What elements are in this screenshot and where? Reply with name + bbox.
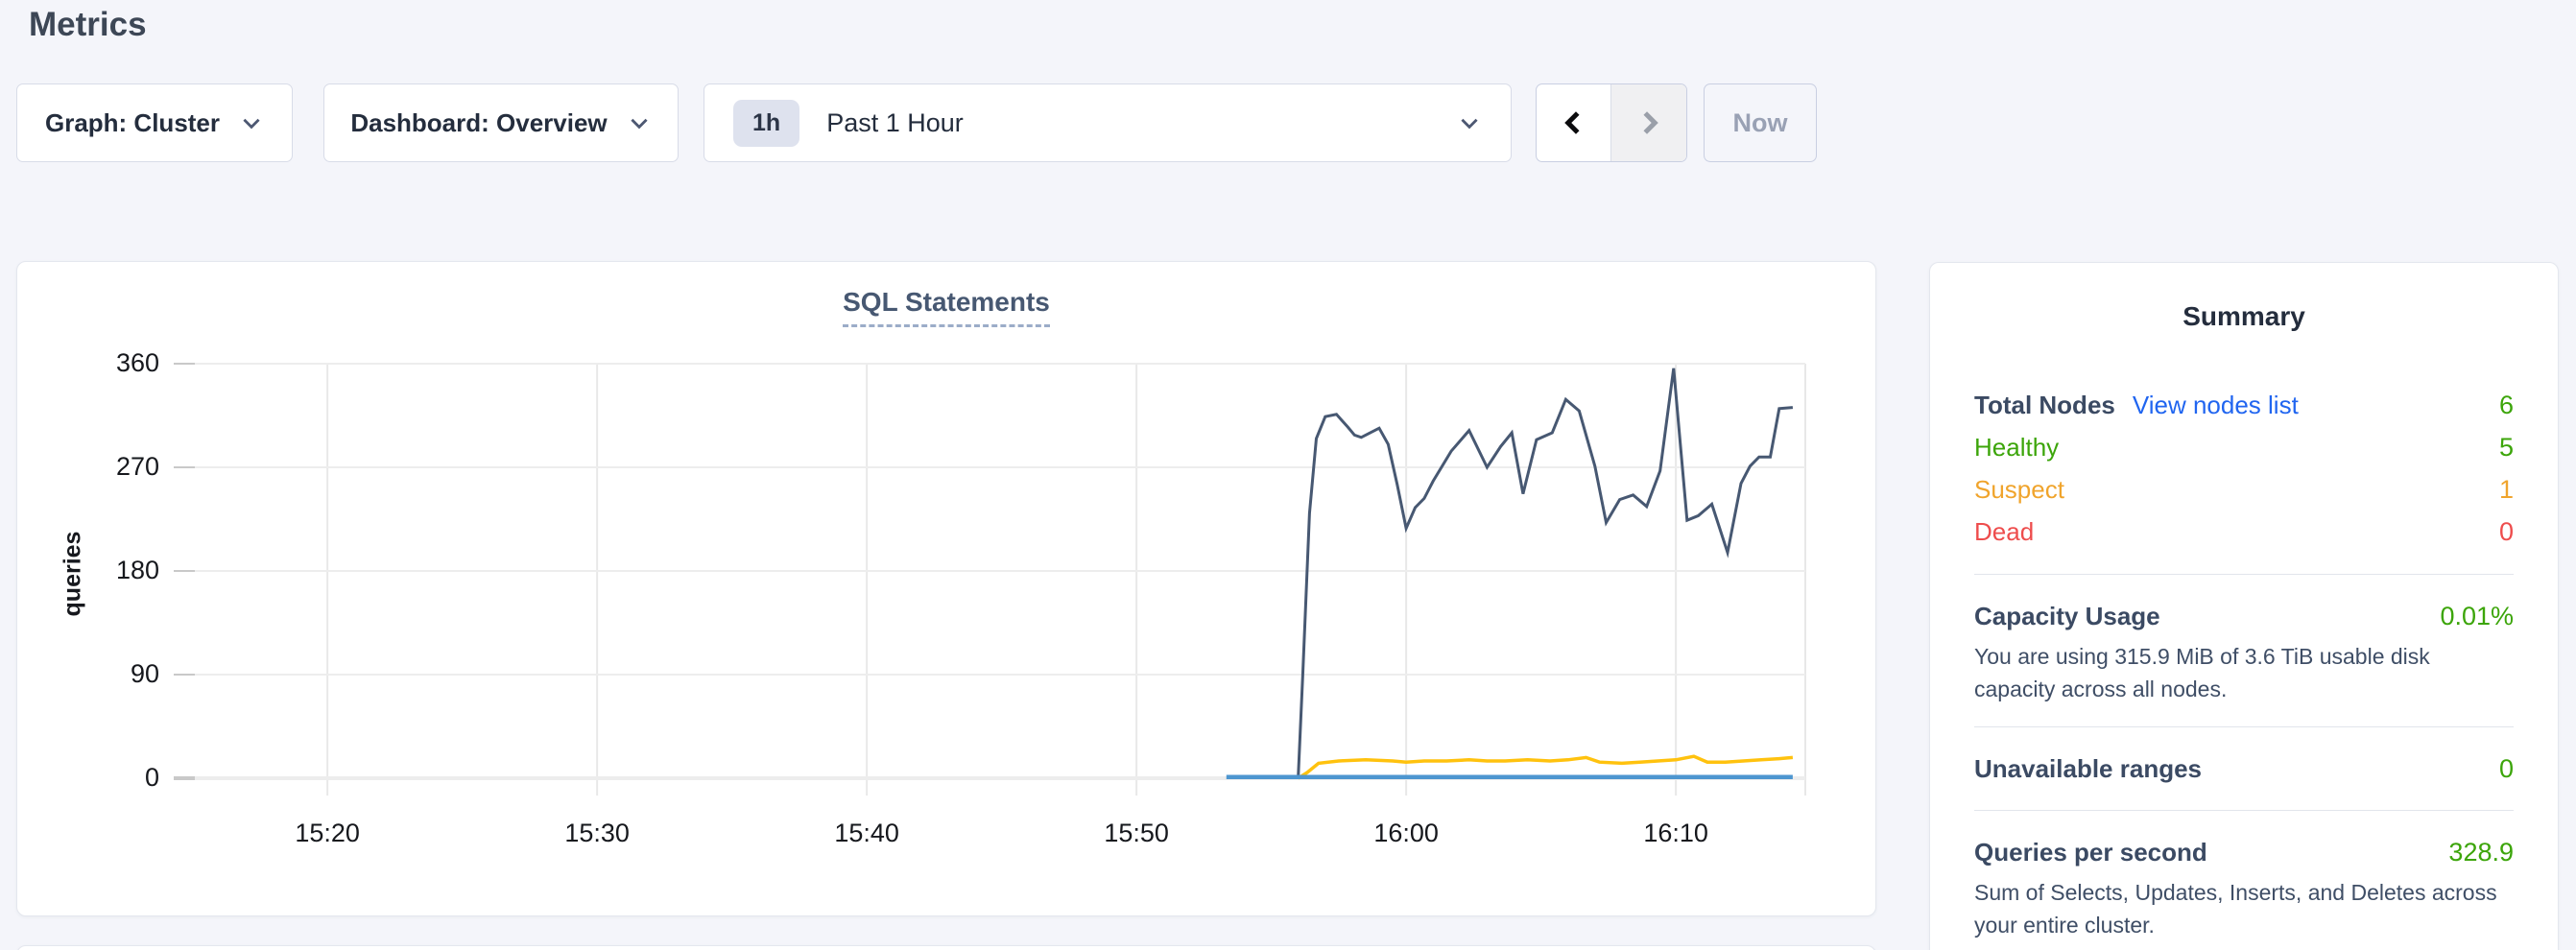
divider <box>1974 726 2514 727</box>
suspect-value: 1 <box>2499 468 2514 511</box>
sql-statements-chart-card: SQL Statements 15:2015:3015:4015:5016:00… <box>16 261 1876 916</box>
dead-value: 0 <box>2499 511 2514 553</box>
x-tick-label: 15:50 <box>1104 819 1169 848</box>
now-button[interactable]: Now <box>1704 83 1817 162</box>
dashboard-selector-dropdown[interactable]: Dashboard: Overview <box>323 83 679 162</box>
healthy-label: Healthy <box>1974 426 2059 468</box>
series-line-navy <box>1299 368 1793 776</box>
suspect-nodes-row: Suspect 1 <box>1974 468 2514 511</box>
y-tick-label: 0 <box>17 763 159 793</box>
metrics-page: Metrics Graph: Cluster Dashboard: Overvi… <box>0 0 2576 950</box>
y-axis-label: queries <box>60 532 87 617</box>
queries-per-second-value: 328.9 <box>2448 832 2514 872</box>
y-tick-label: 90 <box>17 659 159 689</box>
queries-per-second-label: Queries per second <box>1974 832 2207 872</box>
y-tick-label: 180 <box>17 556 159 585</box>
capacity-usage-label: Capacity Usage <box>1974 596 2160 636</box>
summary-title: Summary <box>1974 301 2514 332</box>
y-tick-label: 360 <box>17 348 159 378</box>
next-chart-card <box>16 945 1876 950</box>
time-range-badge: 1h <box>733 100 799 147</box>
previous-time-button[interactable] <box>1537 84 1611 161</box>
dead-label: Dead <box>1974 511 2034 553</box>
page-title: Metrics <box>29 6 147 44</box>
x-tick-label: 16:00 <box>1373 819 1439 848</box>
chevron-down-icon <box>239 110 264 135</box>
chevron-down-icon <box>1457 110 1482 135</box>
time-range-label: Past 1 Hour <box>826 108 964 138</box>
queries-per-second-row: Queries per second 328.9 <box>1974 832 2514 872</box>
divider <box>1974 810 2514 811</box>
dead-nodes-row: Dead 0 <box>1974 511 2514 553</box>
chevron-down-icon <box>627 110 652 135</box>
x-tick-label: 15:20 <box>295 819 360 848</box>
unavailable-ranges-value: 0 <box>2499 748 2514 789</box>
next-time-button[interactable] <box>1611 84 1686 161</box>
graph-selector-label: Graph: Cluster <box>45 108 220 138</box>
capacity-usage-value: 0.01% <box>2440 596 2514 636</box>
capacity-usage-description: You are using 315.9 MiB of 3.6 TiB usabl… <box>1974 640 2514 705</box>
x-tick-label: 15:30 <box>564 819 630 848</box>
x-tick-label: 16:10 <box>1643 819 1708 848</box>
summary-panel: Summary Total Nodes View nodes list 6 He… <box>1929 262 2559 950</box>
x-tick-label: 15:40 <box>834 819 899 848</box>
y-tick-label: 270 <box>17 452 159 482</box>
total-nodes-row: Total Nodes View nodes list 6 <box>1974 384 2514 426</box>
chevron-right-icon <box>1634 108 1663 137</box>
capacity-usage-row: Capacity Usage 0.01% <box>1974 596 2514 636</box>
divider <box>1974 574 2514 575</box>
unavailable-ranges-label: Unavailable ranges <box>1974 748 2202 789</box>
graph-selector-dropdown[interactable]: Graph: Cluster <box>16 83 293 162</box>
view-nodes-list-link[interactable]: View nodes list <box>2133 384 2299 426</box>
total-nodes-label: Total Nodes <box>1974 384 2115 426</box>
suspect-label: Suspect <box>1974 468 2064 511</box>
time-range-dropdown[interactable]: 1h Past 1 Hour <box>704 83 1512 162</box>
healthy-nodes-row: Healthy 5 <box>1974 426 2514 468</box>
chevron-left-icon <box>1560 108 1588 137</box>
dashboard-selector-label: Dashboard: Overview <box>350 108 607 138</box>
unavailable-ranges-row: Unavailable ranges 0 <box>1974 748 2514 789</box>
total-nodes-value: 6 <box>2499 384 2514 426</box>
time-step-control <box>1536 83 1687 162</box>
node-status-rows: Total Nodes View nodes list 6 Healthy 5 … <box>1974 384 2514 553</box>
healthy-value: 5 <box>2499 426 2514 468</box>
queries-per-second-description: Sum of Selects, Updates, Inserts, and De… <box>1974 876 2514 941</box>
